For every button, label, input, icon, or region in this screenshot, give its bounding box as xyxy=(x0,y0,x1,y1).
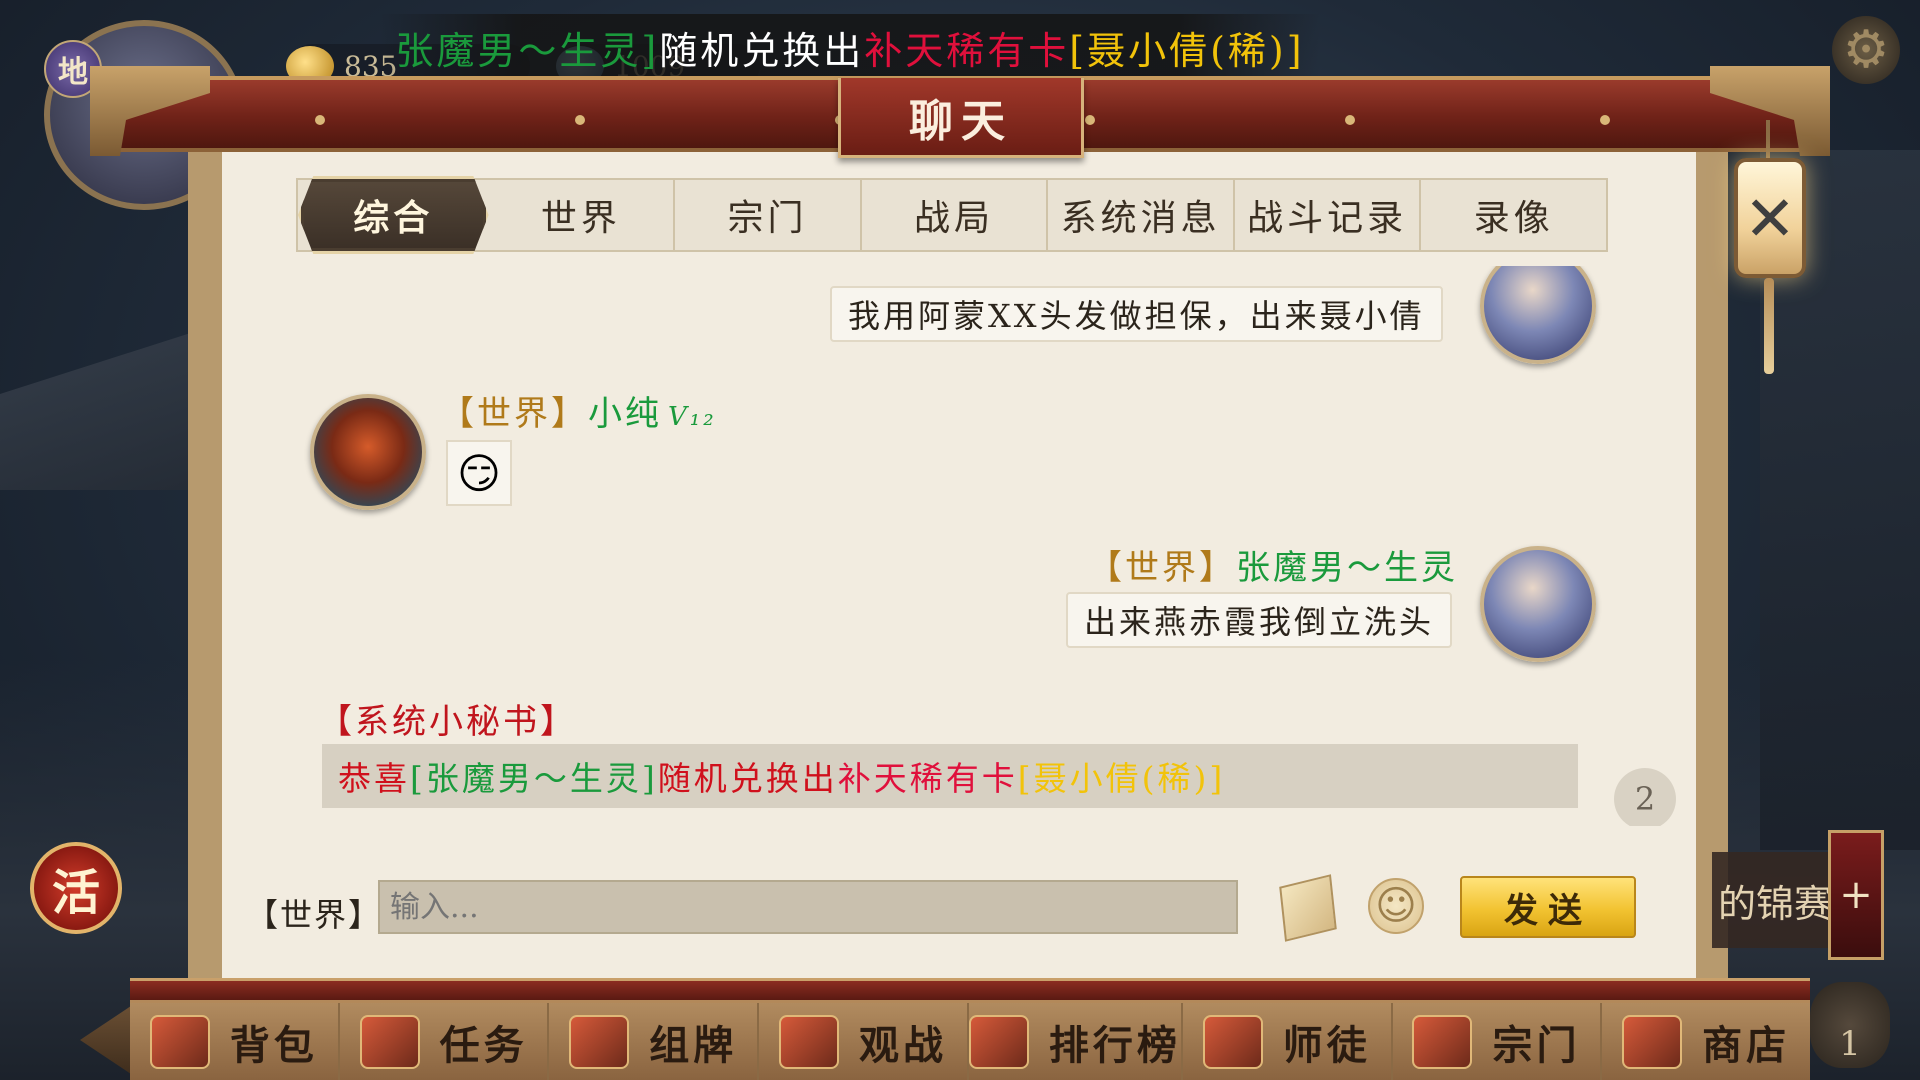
lantern-tassel xyxy=(1764,278,1774,374)
arena-button[interactable]: 的锦赛 xyxy=(1712,852,1842,948)
broadcast-card-type: 补天稀有卡 xyxy=(864,28,1070,73)
avatar[interactable] xyxy=(1480,546,1596,662)
tab-system-messages[interactable]: 系统消息 xyxy=(1048,180,1235,250)
dialog-bottom-beam xyxy=(130,978,1810,1000)
sender-name[interactable]: 张魔男～生灵 xyxy=(1236,548,1458,588)
tab-replay[interactable]: 录像 xyxy=(1421,180,1606,250)
broadcast-banner: 张魔男～生灵] 随机兑换出 补天稀有卡 [聂小倩(稀)] xyxy=(380,14,1320,80)
smirk-emoji-icon: 😏 xyxy=(457,448,501,498)
broadcast-card-name: [聂小倩(稀)] xyxy=(1069,28,1305,73)
nav-label: 任务 xyxy=(439,1021,528,1069)
nav-tasks[interactable]: 任务 xyxy=(339,1003,550,1080)
nav-label: 商店 xyxy=(1702,1021,1791,1069)
nav-deck[interactable]: 组牌 xyxy=(549,1003,760,1080)
message-text: 出来燕赤霞我倒立洗头 xyxy=(1084,603,1435,641)
nav-spectate[interactable]: 观战 xyxy=(759,1003,969,1080)
task-icon xyxy=(359,1014,420,1069)
nav-label: 排行榜 xyxy=(1048,1021,1181,1069)
avatar[interactable] xyxy=(310,394,426,510)
nav-bag[interactable]: 背包 xyxy=(130,1003,340,1080)
system-congrats: 恭喜 xyxy=(338,759,410,798)
beam-stud xyxy=(1345,115,1355,125)
vip-badge: V₁₂ xyxy=(668,402,717,432)
channel-tag: 【世界】 xyxy=(440,394,588,434)
nav-leaderboard[interactable]: 排行榜 xyxy=(968,1003,1183,1080)
sender-name[interactable]: 小纯 xyxy=(588,394,662,434)
sect-icon xyxy=(1412,1014,1473,1069)
tab-general[interactable]: 综合 xyxy=(298,176,489,254)
chat-input[interactable] xyxy=(378,880,1238,934)
chat-bubble-own: 我用阿蒙XX头发做担保，出来聂小倩 xyxy=(830,286,1443,342)
shop-icon xyxy=(1622,1014,1683,1069)
leaderboard-icon xyxy=(968,1014,1029,1069)
avatar[interactable] xyxy=(1480,266,1596,364)
deck-icon xyxy=(569,1014,630,1069)
chat-tabs: 综合 世界 宗门 战局 系统消息 战斗记录 录像 xyxy=(296,176,1608,254)
nav-mentor[interactable]: 师徒 xyxy=(1182,1003,1393,1080)
tab-world[interactable]: 世界 xyxy=(489,180,676,250)
tab-battle-log[interactable]: 战斗记录 xyxy=(1235,180,1422,250)
system-card-name: [聂小倩(稀)] xyxy=(1017,759,1226,798)
nav-label: 背包 xyxy=(229,1021,318,1069)
emoji-message: 😏 xyxy=(446,440,512,506)
mentor-icon xyxy=(1202,1014,1263,1069)
unread-count-badge[interactable]: 2 xyxy=(1614,768,1676,826)
beam-stud xyxy=(315,115,325,125)
beam-stud xyxy=(575,115,585,125)
system-action: 随机兑换出 xyxy=(657,759,838,798)
channel-selector[interactable]: 【世界】 xyxy=(246,890,382,936)
system-sender: 【系统小秘书】 xyxy=(318,702,577,742)
broadcast-action: 随机兑换出 xyxy=(659,28,865,73)
message-text: 我用阿蒙XX头发做担保，出来聂小倩 xyxy=(848,297,1425,335)
beam-stud xyxy=(1600,115,1610,125)
nav-shop[interactable]: 商店 xyxy=(1602,1003,1811,1080)
background-roof xyxy=(0,330,200,490)
gear-icon[interactable]: ⚙ xyxy=(1832,16,1900,84)
sender-line: 【世界】张魔男～生灵 xyxy=(1088,540,1458,589)
chat-input-row: 【世界】 ☺ 发送 xyxy=(222,840,1696,970)
nav-label: 组牌 xyxy=(649,1021,738,1069)
nav-label: 宗门 xyxy=(1492,1021,1581,1069)
nav-sect[interactable]: 宗门 xyxy=(1392,1003,1603,1080)
dialog-title: 聊天 xyxy=(838,78,1084,158)
chat-bubble-own: 出来燕赤霞我倒立洗头 xyxy=(1066,592,1453,648)
beam-stud xyxy=(1085,115,1095,125)
system-message: 恭喜 [张魔男～生灵] 随机兑换出 补天稀有卡 [聂小倩(稀)] xyxy=(322,744,1578,808)
bag-icon xyxy=(149,1014,210,1069)
nav-label: 观战 xyxy=(859,1021,948,1069)
smile-icon[interactable]: ☺ xyxy=(1368,878,1424,934)
chat-message-list[interactable]: 我用阿蒙XX头发做担保，出来聂小倩 【世界】小纯 V₁₂ 😏 【世界】张魔男～生灵… xyxy=(222,266,1696,826)
arena-plus-icon[interactable]: + xyxy=(1828,830,1884,960)
friends-button[interactable]: 1 xyxy=(1810,982,1890,1068)
spectate-icon xyxy=(779,1014,840,1069)
send-button[interactable]: 发送 xyxy=(1460,876,1636,938)
activity-button[interactable]: 活 xyxy=(30,842,122,934)
system-player: [张魔男～生灵] xyxy=(410,759,658,798)
channel-tag: 【世界】 xyxy=(1088,548,1236,588)
tab-battle[interactable]: 战局 xyxy=(862,180,1049,250)
nav-label: 师徒 xyxy=(1282,1021,1371,1069)
book-icon[interactable] xyxy=(1279,874,1337,942)
bottom-nav: 背包 任务 组牌 观战 排行榜 师徒 宗门 商店 xyxy=(130,1000,1811,1080)
sender-line: 【世界】小纯 V₁₂ xyxy=(440,386,717,435)
broadcast-player: 张魔男～生灵] xyxy=(395,28,660,73)
lantern-string xyxy=(1766,120,1770,160)
tab-sect[interactable]: 宗门 xyxy=(675,180,862,250)
system-card-type: 补天稀有卡 xyxy=(837,759,1018,798)
close-icon[interactable]: ✕ xyxy=(1734,158,1806,278)
